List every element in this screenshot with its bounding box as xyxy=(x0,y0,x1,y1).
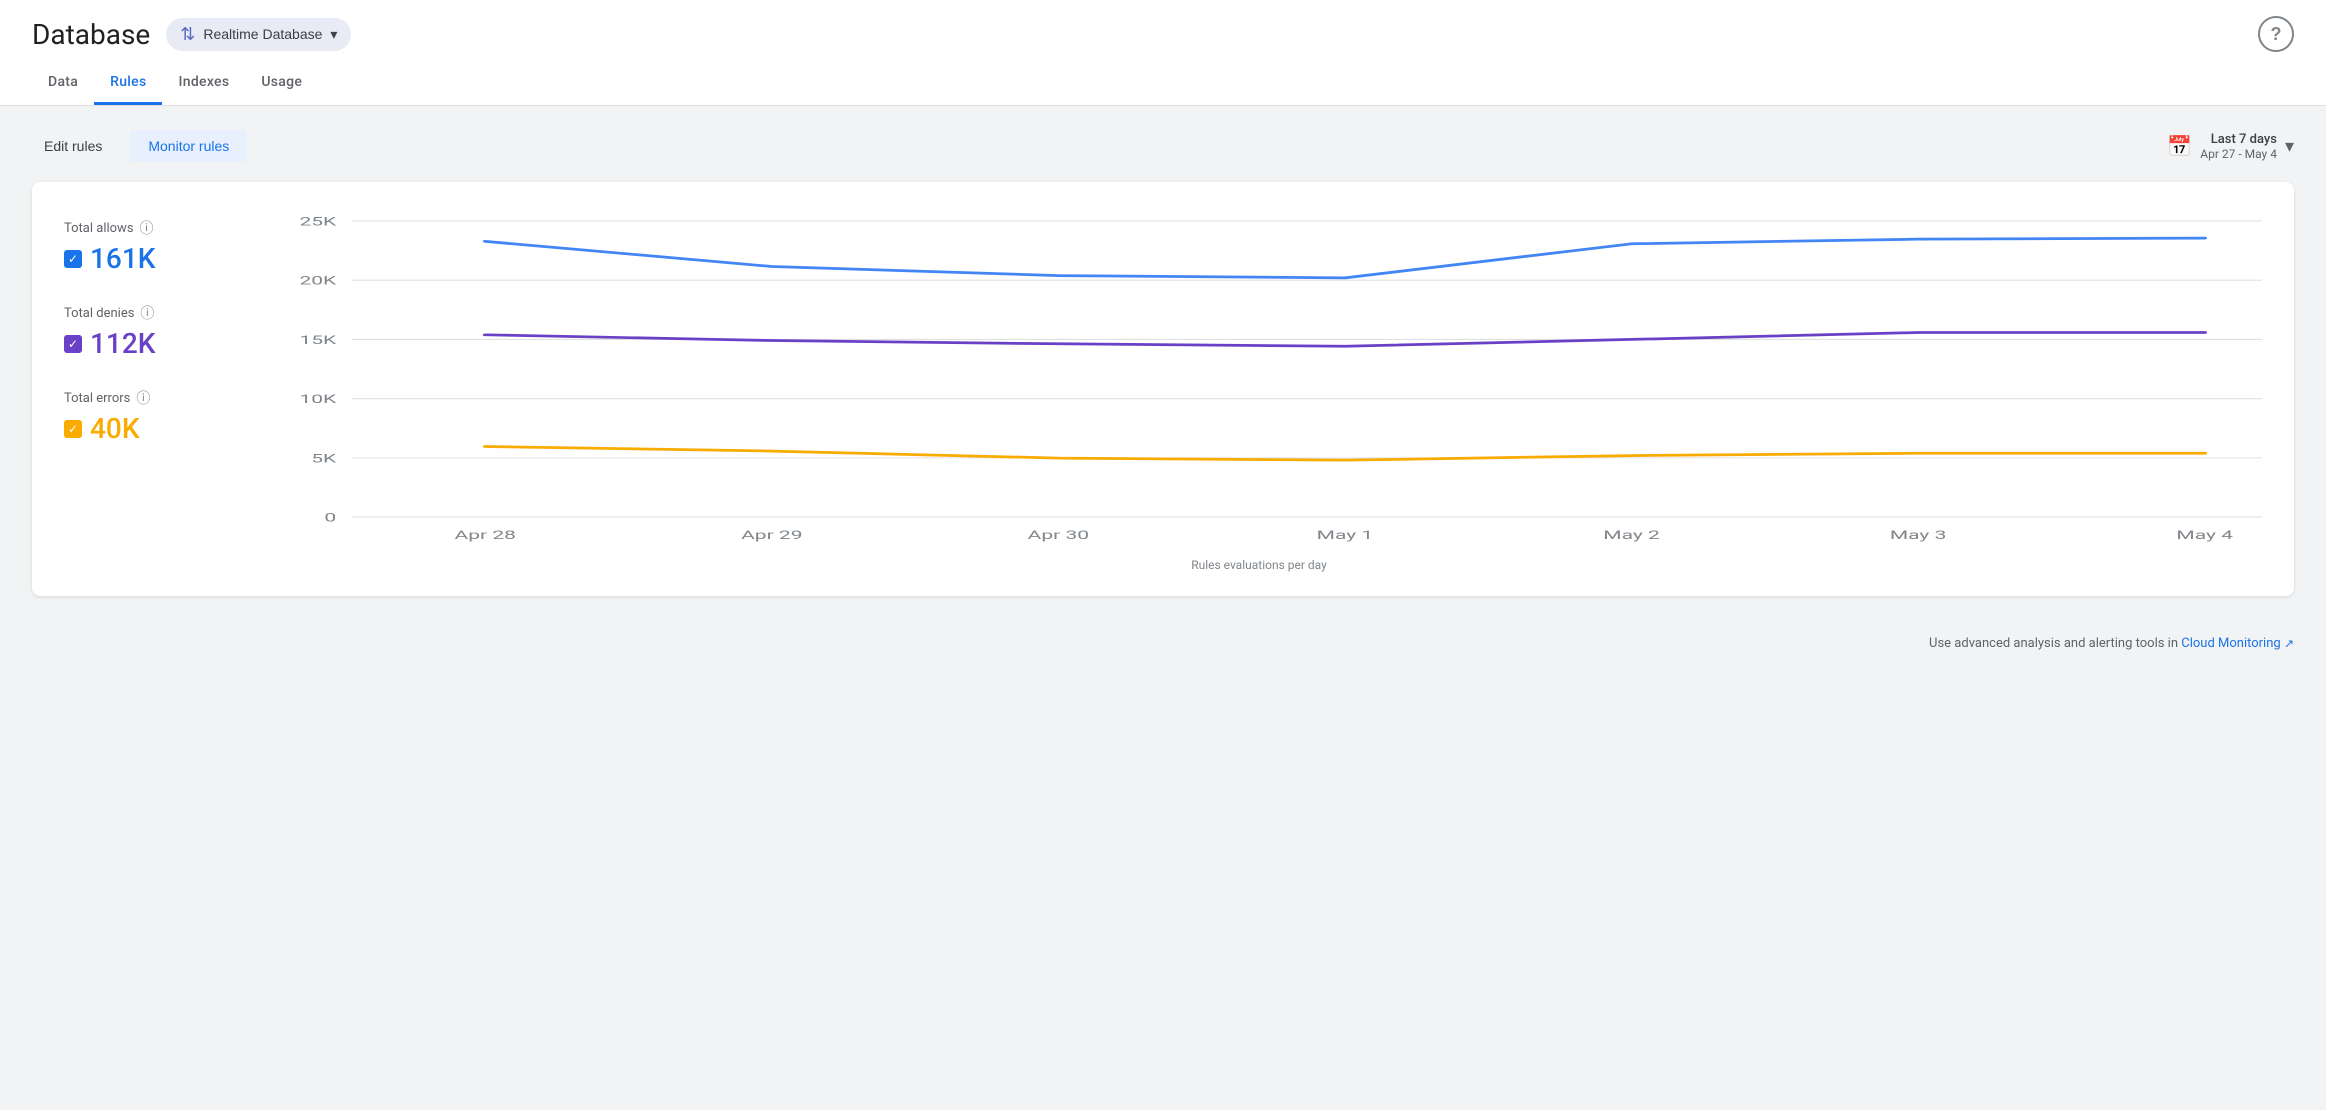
denies-label-text: Total denies xyxy=(64,306,134,321)
denies-checkbox[interactable]: ✓ xyxy=(64,335,82,353)
database-icon: ⇅ xyxy=(180,24,195,45)
denies-help-icon[interactable]: ⓘ xyxy=(140,303,154,323)
svg-text:May 1: May 1 xyxy=(1317,528,1374,542)
svg-text:10K: 10K xyxy=(299,392,336,406)
allows-value: 161K xyxy=(90,242,155,275)
tab-usage[interactable]: Usage xyxy=(245,64,318,105)
legend-item-denies: Total denies ⓘ ✓ 112K xyxy=(64,303,224,360)
date-range-selector[interactable]: 📅 Last 7 days Apr 27 - May 4 ▾ xyxy=(2167,132,2294,161)
errors-help-icon[interactable]: ⓘ xyxy=(136,388,150,408)
chart-svg: 25K 20K 15K 10K 5K 0 Apr 28 Apr 29 Apr 3… xyxy=(256,210,2262,550)
footer-note-text: Use advanced analysis and alerting tools… xyxy=(1929,636,2178,651)
tabs-nav: Data Rules Indexes Usage xyxy=(32,64,2294,105)
legend-item-errors: Total errors ⓘ ✓ 40K xyxy=(64,388,224,445)
dropdown-arrow-icon: ▾ xyxy=(330,26,337,43)
legend-label-allows: Total allows ⓘ xyxy=(64,218,224,238)
edit-rules-button[interactable]: Edit rules xyxy=(32,130,114,162)
denies-value: 112K xyxy=(90,327,155,360)
denies-value-row: ✓ 112K xyxy=(64,327,224,360)
cloud-monitoring-link[interactable]: Cloud Monitoring ↗ xyxy=(2181,636,2294,651)
svg-text:15K: 15K xyxy=(299,333,336,347)
svg-text:Apr 30: Apr 30 xyxy=(1028,528,1089,542)
chart-legend: Total allows ⓘ ✓ 161K Total denies ⓘ xyxy=(64,210,224,572)
main-content: Edit rules Monitor rules 📅 Last 7 days A… xyxy=(0,106,2326,620)
chart-layout: Total allows ⓘ ✓ 161K Total denies ⓘ xyxy=(64,210,2262,572)
svg-text:0: 0 xyxy=(324,511,336,525)
legend-label-denies: Total denies ⓘ xyxy=(64,303,224,323)
header-row: Database ⇅ Realtime Database ▾ ? xyxy=(32,16,2294,52)
toolbar-row: Edit rules Monitor rules 📅 Last 7 days A… xyxy=(32,130,2294,162)
monitor-rules-button[interactable]: Monitor rules xyxy=(130,130,247,162)
allows-label-text: Total allows xyxy=(64,221,134,236)
date-range-text: Last 7 days Apr 27 - May 4 xyxy=(2200,132,2277,161)
svg-text:Apr 28: Apr 28 xyxy=(455,528,516,542)
errors-checkbox[interactable]: ✓ xyxy=(64,420,82,438)
external-link-icon: ↗ xyxy=(2284,637,2294,651)
top-bar: Database ⇅ Realtime Database ▾ ? Data Ru… xyxy=(0,0,2326,106)
svg-text:25K: 25K xyxy=(299,215,336,229)
legend-label-errors: Total errors ⓘ xyxy=(64,388,224,408)
svg-text:20K: 20K xyxy=(299,274,336,288)
chart-x-axis-label: Rules evaluations per day xyxy=(256,558,2262,572)
tab-rules[interactable]: Rules xyxy=(94,64,162,105)
allows-value-row: ✓ 161K xyxy=(64,242,224,275)
errors-label-text: Total errors xyxy=(64,391,130,406)
db-selector-button[interactable]: ⇅ Realtime Database ▾ xyxy=(166,18,351,51)
allows-checkbox[interactable]: ✓ xyxy=(64,250,82,268)
tab-data[interactable]: Data xyxy=(32,64,94,105)
help-icon: ? xyxy=(2271,24,2282,45)
svg-text:Apr 29: Apr 29 xyxy=(741,528,802,542)
errors-value-row: ✓ 40K xyxy=(64,412,224,445)
svg-text:5K: 5K xyxy=(311,452,336,466)
svg-text:May 3: May 3 xyxy=(1890,528,1947,542)
chevron-down-icon: ▾ xyxy=(2285,136,2294,157)
date-range-subtitle: Apr 27 - May 4 xyxy=(2200,147,2277,161)
errors-value: 40K xyxy=(90,412,140,445)
tab-indexes[interactable]: Indexes xyxy=(162,64,245,105)
chart-area: 25K 20K 15K 10K 5K 0 Apr 28 Apr 29 Apr 3… xyxy=(256,210,2262,572)
footer-note: Use advanced analysis and alerting tools… xyxy=(0,620,2326,667)
svg-text:May 2: May 2 xyxy=(1603,528,1660,542)
legend-item-allows: Total allows ⓘ ✓ 161K xyxy=(64,218,224,275)
page-title: Database xyxy=(32,18,150,51)
calendar-icon: 📅 xyxy=(2167,134,2192,158)
date-range-title: Last 7 days xyxy=(2200,132,2277,147)
help-button[interactable]: ? xyxy=(2258,16,2294,52)
chart-card: Total allows ⓘ ✓ 161K Total denies ⓘ xyxy=(32,182,2294,596)
allows-help-icon[interactable]: ⓘ xyxy=(140,218,154,238)
svg-text:May 4: May 4 xyxy=(2176,528,2233,542)
db-selector-label: Realtime Database xyxy=(203,26,322,42)
